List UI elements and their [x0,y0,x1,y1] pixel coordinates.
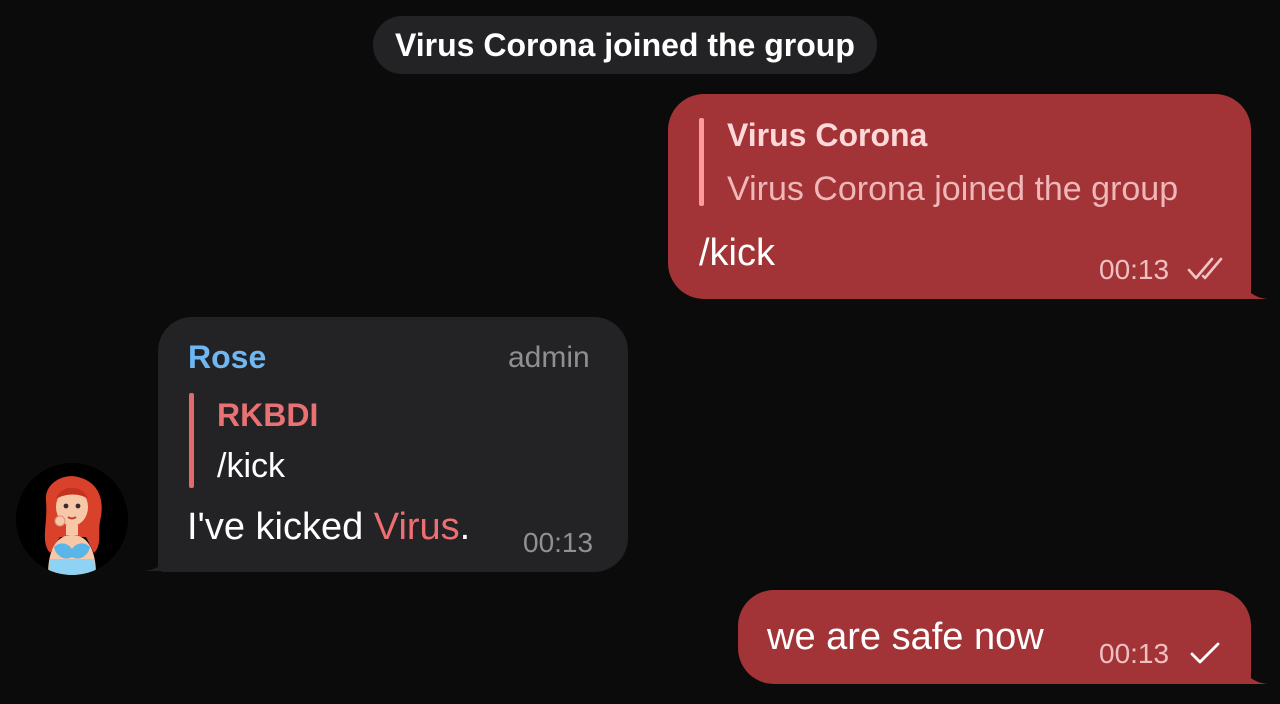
message-time: 00:13 [1099,638,1170,669]
message-text: I've kicked Virus. [187,506,470,549]
outgoing-message-kick[interactable]: Virus Corona Virus Corona joined the gro… [668,94,1251,299]
message-time: 00:13 [523,527,594,558]
message-time: 00:13 [1099,254,1170,285]
message-text-prefix: I've kicked [187,506,374,548]
reply-sender-name[interactable]: Virus Corona [727,117,927,154]
sender-name[interactable]: Rose [188,339,266,376]
cartoon-girl-avatar [44,476,102,575]
single-check-icon [1190,642,1220,664]
message-text: /kick [699,232,775,274]
reply-quote-bar [699,118,704,206]
avatar[interactable] [16,463,128,575]
incoming-message-rose[interactable]: Rose admin RKBDI /kick I've kicked Virus… [158,317,628,572]
reply-sender-name[interactable]: RKBDI [217,397,318,434]
message-text: we are safe now [767,616,1044,658]
reply-quote-bar [189,393,194,488]
message-text-suffix: . [459,506,471,548]
outgoing-message-safe[interactable]: we are safe now 00:13 [738,590,1251,684]
reply-preview-text[interactable]: Virus Corona joined the group [727,170,1178,209]
service-message-text: Virus Corona joined the group [395,26,855,63]
user-mention-link[interactable]: Virus [374,506,460,548]
service-message: Virus Corona joined the group [373,16,877,74]
double-check-icon [1187,257,1223,280]
admin-badge: admin [508,341,590,374]
reply-preview-text[interactable]: /kick [217,447,285,486]
